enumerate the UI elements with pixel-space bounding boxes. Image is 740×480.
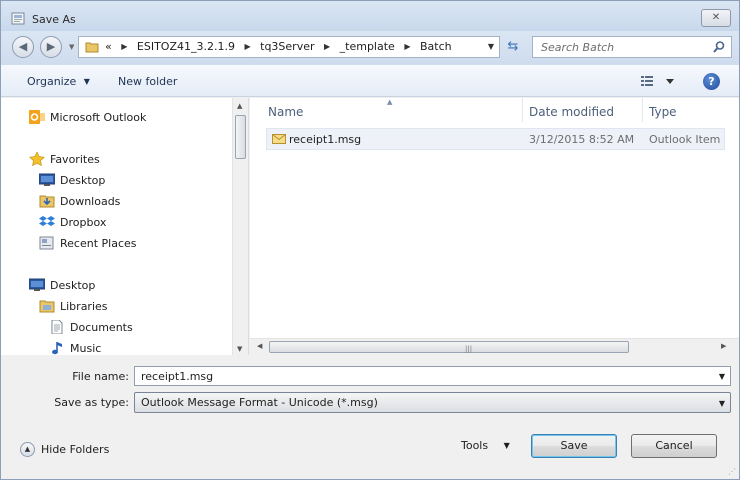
breadcrumb-separator-icon[interactable]: ▶: [244, 42, 250, 51]
column-header-type[interactable]: Type: [643, 98, 739, 122]
view-list-icon: [641, 76, 653, 86]
collapse-up-icon: ▲: [20, 442, 35, 457]
file-row[interactable]: receipt1.msg 3/12/2015 8:52 AM Outlook I…: [266, 128, 725, 150]
breadcrumb: « ▶ ESITOZ41_3.2.1.9 ▶ tq3Server ▶ _temp…: [105, 40, 452, 53]
change-view-button[interactable]: [641, 74, 677, 88]
back-arrow-icon: ◀: [18, 40, 28, 53]
nav-item-label: Favorites: [50, 153, 100, 166]
close-icon: ✕: [711, 12, 721, 23]
nav-item-label: Microsoft Outlook: [50, 111, 147, 124]
file-name: receipt1.msg: [289, 133, 362, 146]
breadcrumb-separator-icon[interactable]: ▶: [404, 42, 410, 51]
folder-icon: [85, 42, 99, 53]
file-name-value[interactable]: receipt1.msg: [141, 370, 213, 383]
tools-label: Tools: [461, 439, 489, 452]
save-button[interactable]: Save: [531, 434, 617, 458]
nav-item-label: Desktop: [50, 279, 96, 292]
column-header-label: Type: [649, 105, 677, 119]
chevron-down-icon: [666, 79, 674, 84]
help-icon: ?: [708, 75, 715, 88]
chevron-down-icon: ▼: [503, 441, 510, 450]
email-message-icon: [272, 134, 286, 144]
horizontal-scrollbar-thumb[interactable]: |||: [269, 341, 629, 353]
back-button[interactable]: ◀: [12, 36, 34, 58]
dropbox-icon: [39, 216, 55, 226]
documents-icon: [51, 320, 63, 334]
refresh-button[interactable]: ⇆: [503, 37, 523, 57]
scroll-up-icon[interactable]: ▲: [237, 102, 242, 110]
scrollbar-grip-icon: |||: [465, 345, 473, 353]
save-as-type-select[interactable]: Outlook Message Format - Unicode (*.msg)…: [134, 392, 731, 413]
breadcrumb-separator-icon[interactable]: ▶: [324, 42, 330, 51]
breadcrumb-item[interactable]: Batch: [420, 40, 452, 53]
star-icon: [29, 152, 45, 166]
nav-item-label: Recent Places: [60, 237, 137, 250]
desktop-icon: [39, 173, 55, 186]
new-folder-button[interactable]: New folder: [118, 75, 177, 88]
nav-item-label: Libraries: [60, 300, 108, 313]
file-list-horizontal-scrollbar[interactable]: ◀ ||| ▶: [250, 338, 739, 355]
address-row: ◀ ▶ ▼ « ▶ ESITOZ41_3.2.1.9 ▶ tq3Server ▶…: [1, 31, 739, 65]
save-as-dialog: Save As ✕ ◀ ▶ ▼ « ▶ ESITOZ41_3.2.1.9 ▶ t…: [0, 0, 740, 480]
resize-grip-icon[interactable]: ⋰: [728, 467, 736, 476]
hide-folders-label: Hide Folders: [41, 443, 110, 456]
file-name-field[interactable]: receipt1.msg ▼: [134, 366, 731, 386]
tools-menu-button[interactable]: Tools ▼: [461, 439, 510, 457]
downloads-icon: [39, 195, 55, 208]
recent-locations-dropdown[interactable]: ▼: [69, 43, 74, 51]
file-name-label: File name:: [72, 370, 129, 383]
save-as-type-value: Outlook Message Format - Unicode (*.msg): [141, 396, 378, 409]
column-header-name[interactable]: Name: [250, 98, 522, 122]
file-type: Outlook Item: [649, 133, 721, 146]
nav-item-label: Music: [70, 342, 102, 355]
nav-scrollbar[interactable]: ▲ ▼: [232, 98, 248, 355]
column-header-label: Name: [268, 105, 304, 119]
help-button[interactable]: ?: [703, 73, 720, 90]
desktop-icon: [29, 278, 45, 291]
chevron-down-icon: ▼: [718, 399, 725, 408]
nav-scrollbar-thumb[interactable]: [235, 115, 246, 159]
scroll-left-icon[interactable]: ◀: [257, 342, 262, 350]
nav-item-label: Documents: [70, 321, 133, 334]
search-input[interactable]: Search Batch: [541, 41, 614, 54]
forward-arrow-icon: ▶: [46, 40, 56, 53]
breadcrumb-item[interactable]: _template: [340, 40, 395, 53]
cancel-button[interactable]: Cancel: [631, 434, 717, 458]
nav-item-label: Downloads: [60, 195, 121, 208]
organize-label: Organize: [27, 75, 77, 88]
save-as-type-label: Save as type:: [54, 396, 129, 409]
search-icon: [713, 41, 725, 53]
window-title: Save As: [32, 13, 76, 26]
chevron-down-icon[interactable]: ▼: [719, 372, 725, 381]
recent-places-icon: [39, 236, 54, 250]
file-date-modified: 3/12/2015 8:52 AM: [529, 133, 635, 146]
forward-button[interactable]: ▶: [40, 36, 62, 58]
breadcrumb-separator-icon[interactable]: ▶: [121, 42, 127, 51]
title-bar: Save As ✕: [1, 1, 739, 31]
libraries-icon: [39, 300, 55, 313]
outlook-icon: [29, 110, 45, 124]
breadcrumb-item[interactable]: ESITOZ41_3.2.1.9: [137, 40, 235, 53]
navigation-pane[interactable]: Microsoft Outlook Favorites Desktop Down…: [1, 98, 249, 355]
command-toolbar: Organize ▼ New folder ?: [1, 65, 739, 97]
column-header-label: Date modified: [529, 105, 615, 119]
close-button[interactable]: ✕: [701, 9, 731, 27]
address-bar[interactable]: « ▶ ESITOZ41_3.2.1.9 ▶ tq3Server ▶ _temp…: [78, 36, 500, 58]
file-list-pane[interactable]: ▲ Name Date modified Type receipt1.msg 3…: [250, 98, 739, 355]
organize-button[interactable]: Organize ▼: [27, 75, 90, 88]
nav-item-label: Desktop: [60, 174, 106, 187]
scroll-down-icon[interactable]: ▼: [237, 345, 242, 353]
breadcrumb-item[interactable]: tq3Server: [260, 40, 314, 53]
search-box[interactable]: Search Batch: [532, 36, 732, 58]
nav-item-label: Dropbox: [60, 216, 107, 229]
save-as-window-icon: [11, 12, 25, 25]
chevron-down-icon: ▼: [83, 77, 90, 86]
column-header-date-modified[interactable]: Date modified: [523, 98, 642, 122]
refresh-icon: ⇆: [507, 39, 519, 54]
scroll-right-icon[interactable]: ▶: [721, 342, 726, 350]
address-dropdown-icon[interactable]: ▼: [488, 42, 494, 51]
music-icon: [52, 342, 62, 355]
breadcrumb-overflow[interactable]: «: [105, 40, 112, 53]
